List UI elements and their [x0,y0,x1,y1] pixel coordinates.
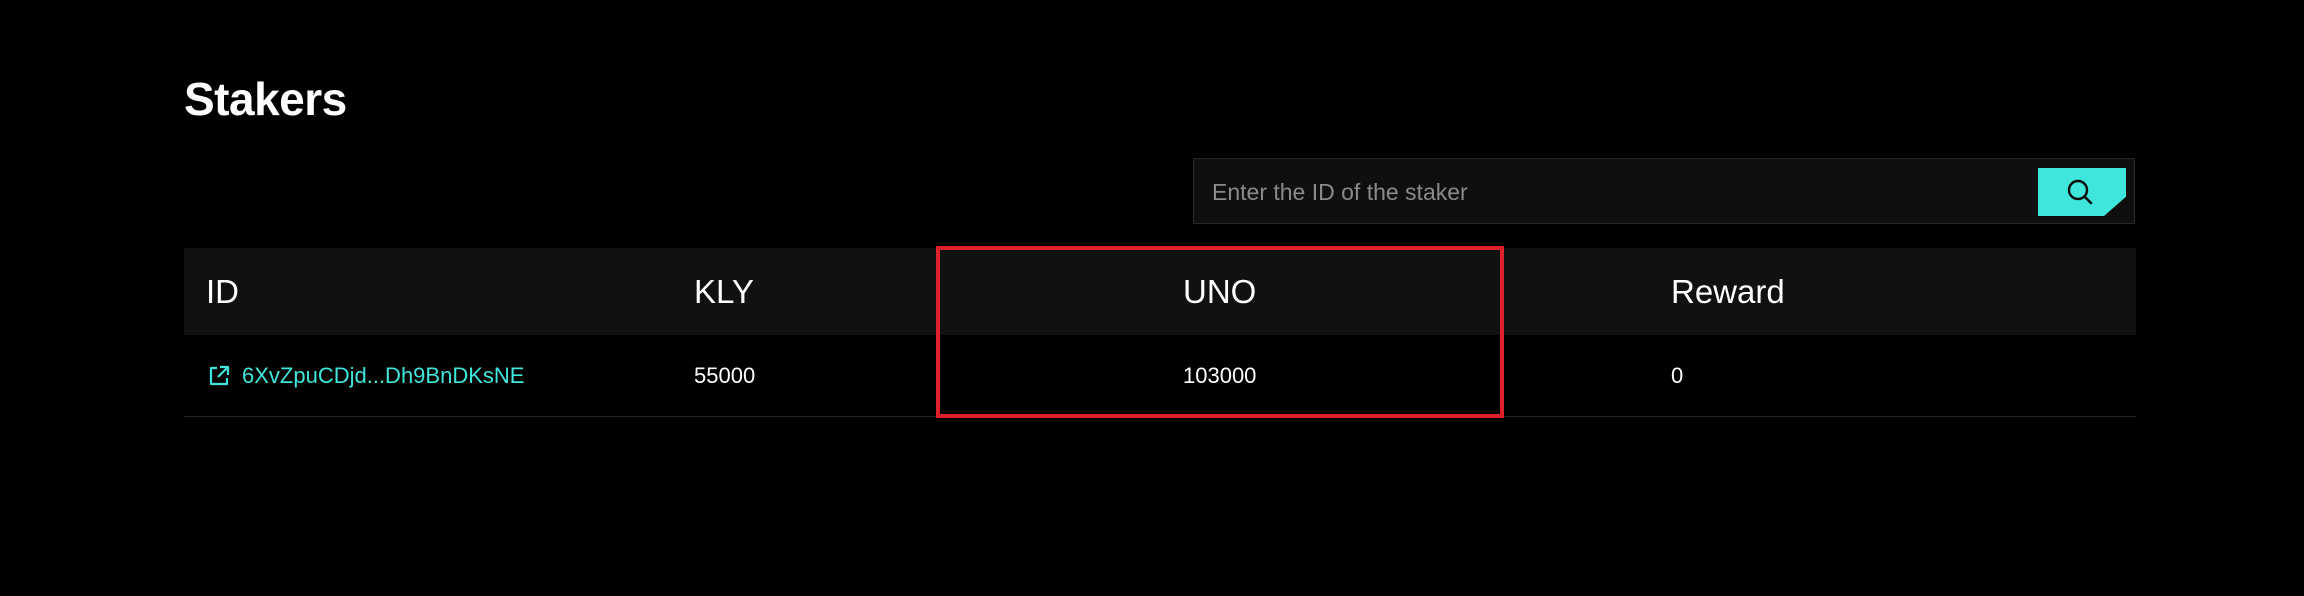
table-row: 6XvZpuCDjd...Dh9BnDKsNE 55000 103000 0 [184,335,2136,417]
search-button[interactable] [2038,168,2126,216]
cell-id: 6XvZpuCDjd...Dh9BnDKsNE [206,335,524,416]
staker-id-link[interactable]: 6XvZpuCDjd...Dh9BnDKsNE [206,335,524,416]
cell-uno: 103000 [1183,363,1257,388]
cell-reward: 0 [1671,363,1684,388]
stakers-page: Stakers ID KLY UNO Reward [0,0,2304,596]
column-header-uno: UNO [1183,273,1257,310]
staker-id-text: 6XvZpuCDjd...Dh9BnDKsNE [242,363,525,388]
column-header-id: ID [206,273,239,310]
stakers-table: ID KLY UNO Reward 6XvZpuCDjd...Dh9BnDKsN… [184,248,2136,417]
external-link-icon [206,363,232,389]
cell-kly: 55000 [694,363,756,388]
page-title: Stakers [184,73,347,125]
search-bar [1193,158,2135,225]
search-input[interactable] [1210,159,2024,225]
column-header-kly: KLY [694,273,754,310]
search-icon [2067,179,2093,205]
column-header-reward: Reward [1671,273,1785,310]
table-header: ID KLY UNO Reward [184,248,2136,335]
